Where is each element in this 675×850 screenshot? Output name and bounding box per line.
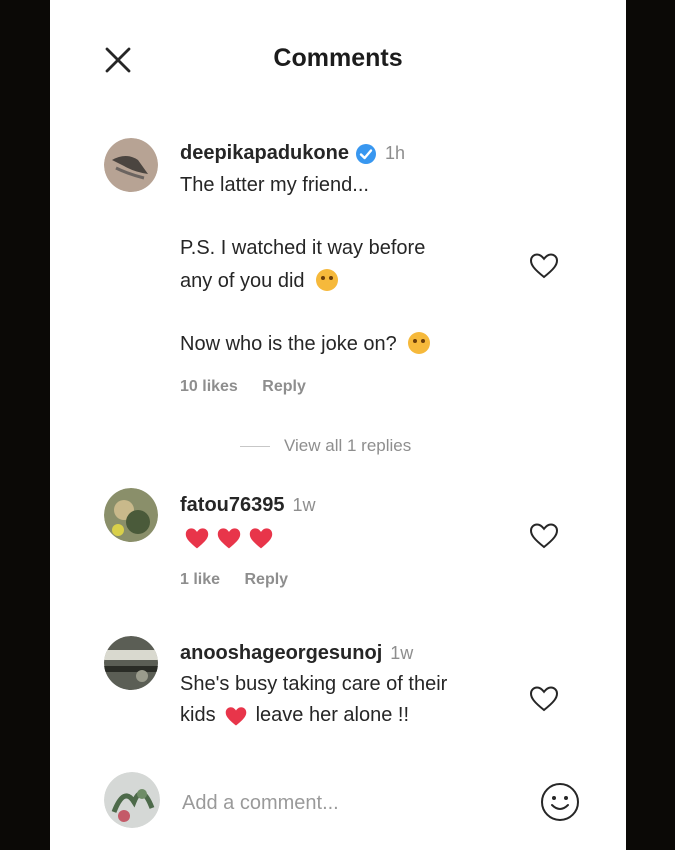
- comment-composer: [50, 760, 626, 840]
- current-user-avatar: [104, 772, 160, 828]
- view-replies-label: View all 1 replies: [284, 436, 412, 455]
- comment-text-hearts: [184, 526, 274, 550]
- comment-text-line: The latter my friend...: [180, 174, 369, 196]
- comment-input[interactable]: [180, 788, 534, 818]
- laughing-emoji-icon: [316, 269, 339, 291]
- comment-time: 1w: [292, 495, 316, 515]
- comments-sheet: Comments deepikapadukone 1h The latter m…: [50, 0, 626, 850]
- like-button[interactable]: [528, 520, 560, 552]
- emoji-button[interactable]: [538, 780, 582, 824]
- comment-text-line: Now who is the joke on?: [180, 333, 397, 355]
- reply-divider: [240, 445, 270, 447]
- heart-icon: [529, 523, 559, 549]
- verified-badge-icon: [355, 143, 376, 164]
- comment-text-line: kids: [180, 704, 216, 726]
- comment-username[interactable]: fatou76395: [180, 494, 285, 517]
- comment-text-line: She's busy taking care of their: [180, 673, 448, 695]
- red-heart-icon: [225, 706, 246, 726]
- red-heart-icon: [249, 528, 273, 549]
- comment-time: 1h: [384, 143, 405, 163]
- view-replies-button[interactable]: View all 1 replies: [240, 436, 411, 456]
- like-button[interactable]: [528, 683, 560, 715]
- comment-username[interactable]: anooshageorgesunoj: [180, 642, 382, 665]
- comment-text-line: P.S. I watched it way before: [180, 237, 426, 259]
- reply-button[interactable]: Reply: [262, 378, 306, 395]
- comment-text-line: any of you did: [180, 270, 305, 292]
- avatar[interactable]: [104, 636, 158, 690]
- red-heart-icon: [217, 528, 241, 549]
- like-count[interactable]: 1 like: [180, 571, 220, 588]
- comment-username[interactable]: deepikapadukone: [180, 142, 349, 165]
- like-button[interactable]: [528, 250, 560, 282]
- heart-icon: [529, 686, 559, 712]
- header: Comments: [50, 0, 626, 120]
- grinning-emoji-icon: [408, 332, 431, 354]
- reply-button[interactable]: Reply: [244, 571, 288, 588]
- like-count[interactable]: 10 likes: [180, 378, 238, 395]
- page-title: Comments: [273, 44, 403, 72]
- comment-text-line: leave her alone !!: [255, 704, 410, 726]
- comment-time: 1w: [390, 643, 414, 663]
- smiley-icon: [541, 783, 579, 821]
- heart-icon: [529, 253, 559, 279]
- avatar[interactable]: [104, 488, 158, 542]
- avatar[interactable]: [104, 138, 158, 192]
- red-heart-icon: [185, 528, 209, 549]
